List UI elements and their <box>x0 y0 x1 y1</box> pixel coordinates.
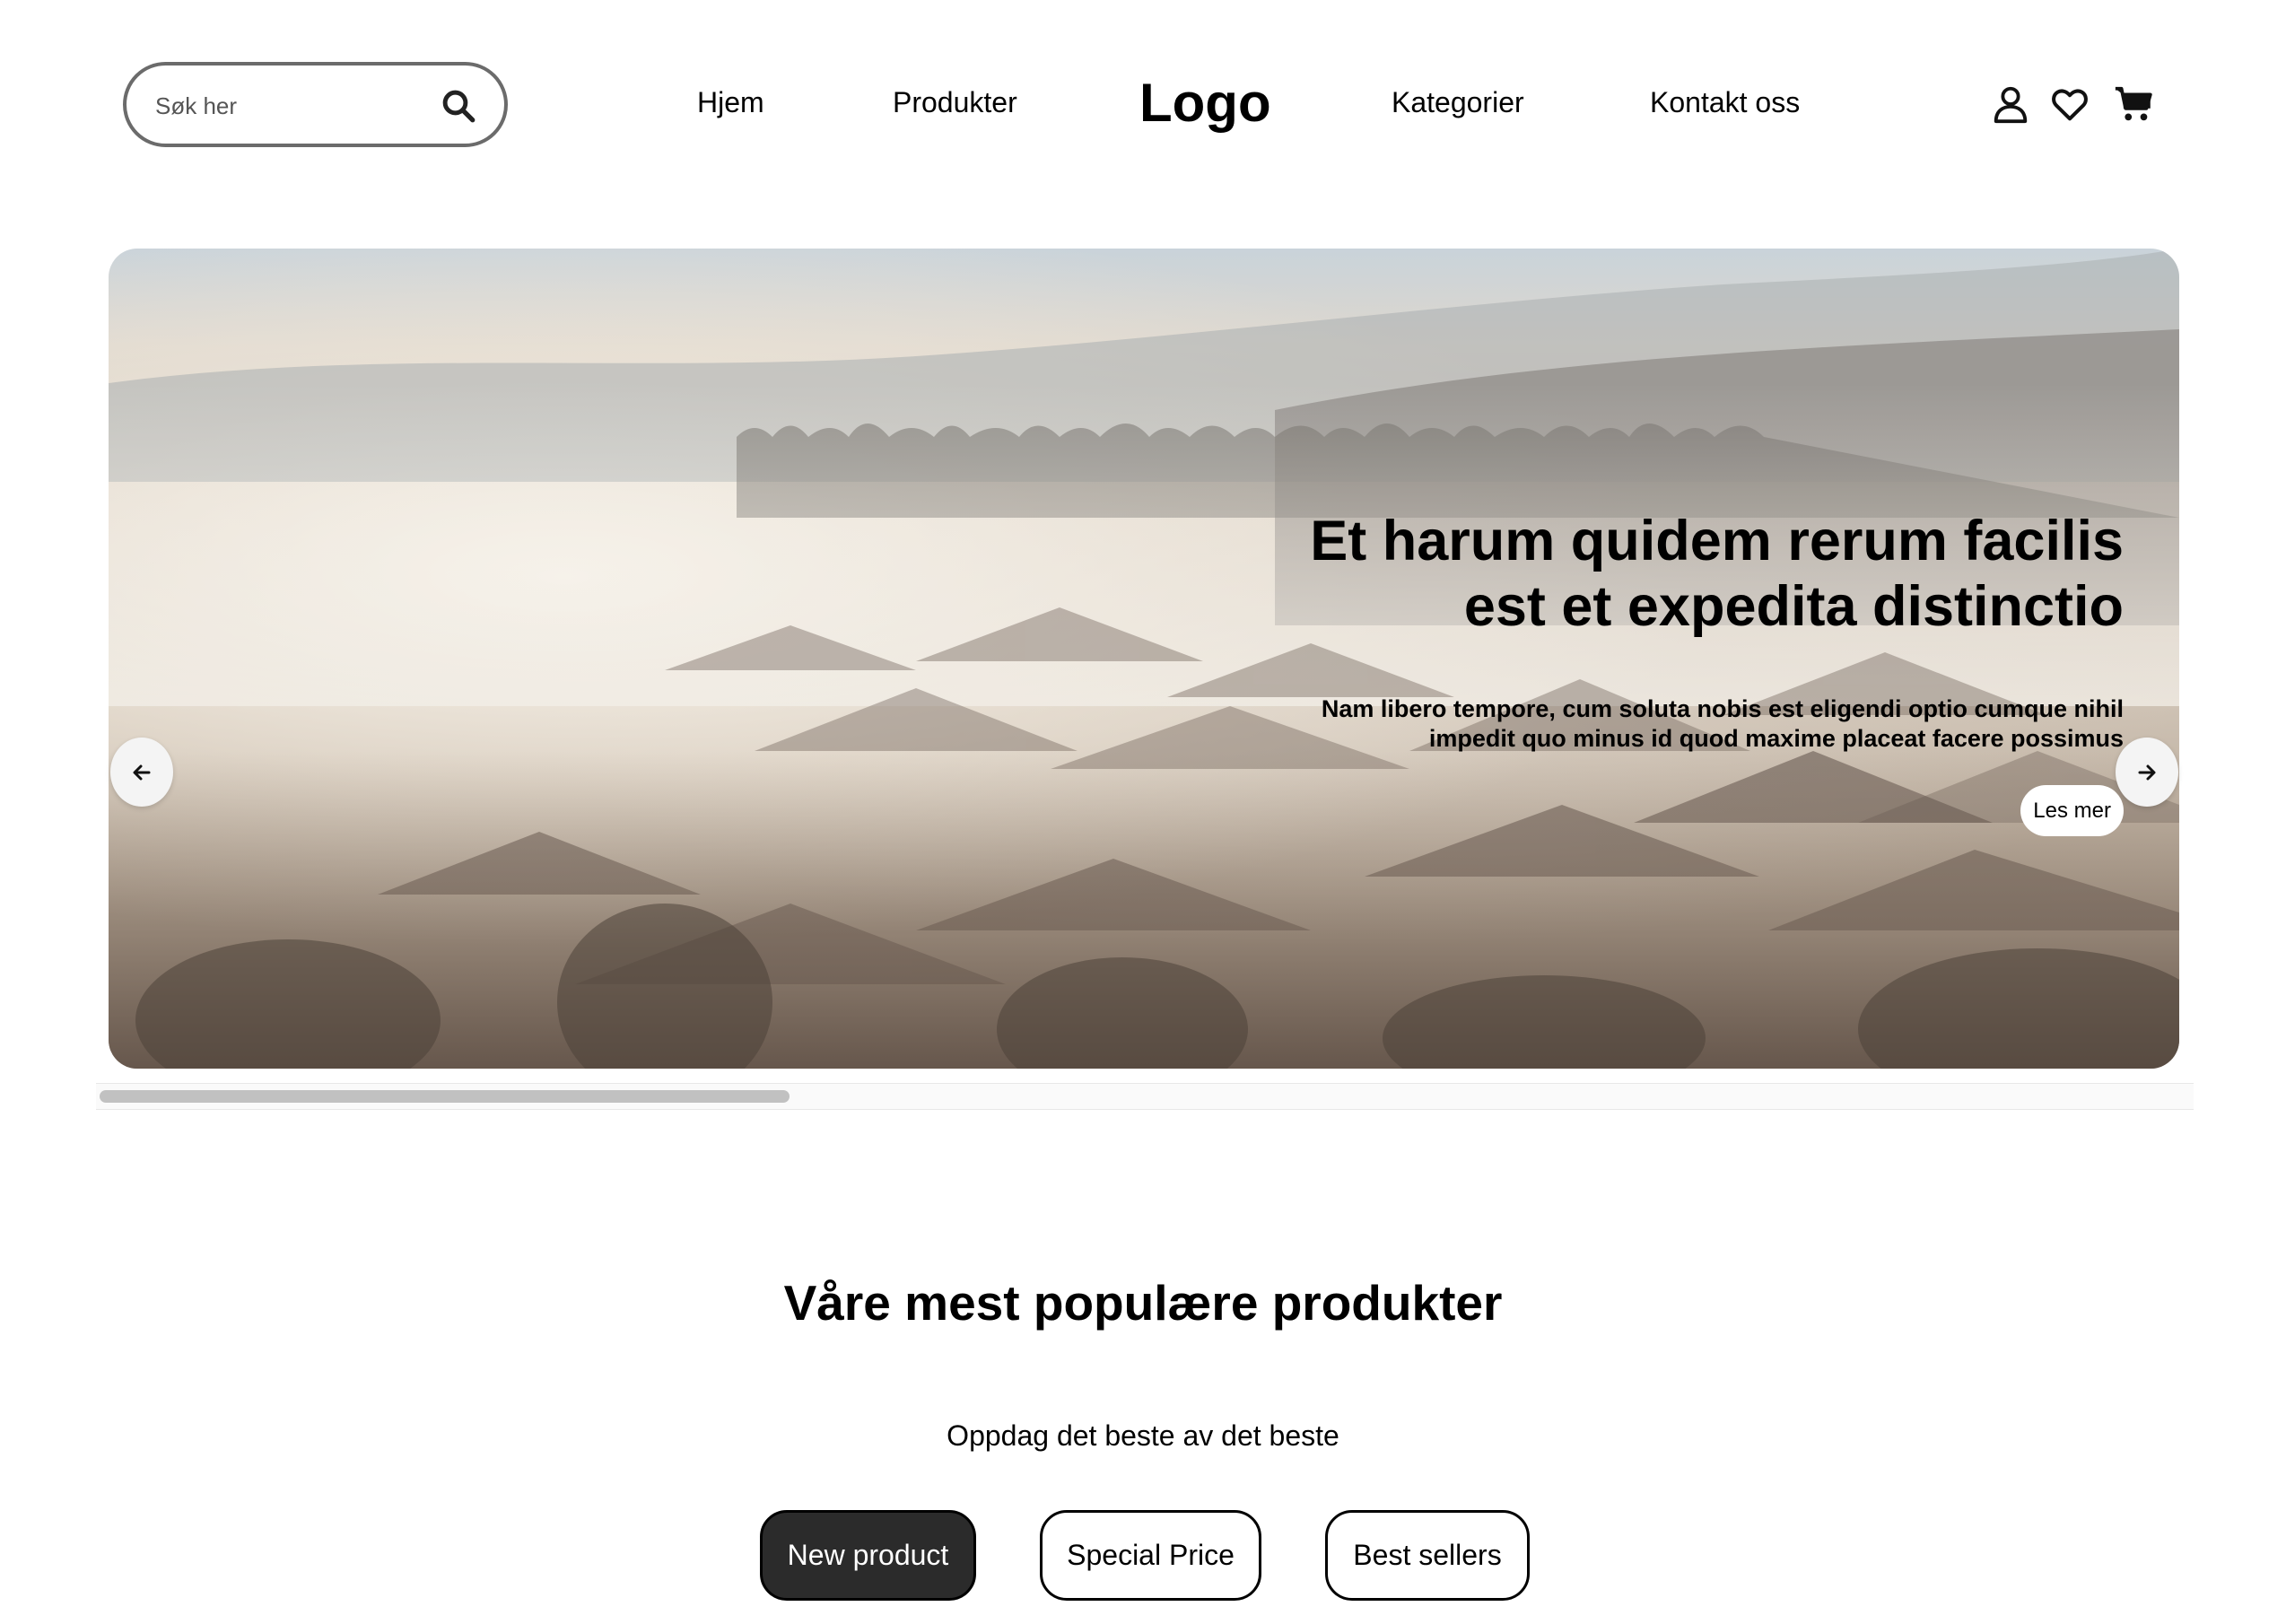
nav-categories[interactable]: Kategorier <box>1392 86 1524 119</box>
heart-icon[interactable] <box>2049 83 2090 125</box>
arrow-right-icon <box>2138 764 2156 781</box>
cart-icon[interactable] <box>2113 83 2154 125</box>
carousel-next-button[interactable] <box>2116 738 2178 807</box>
hero-background-image <box>109 249 2179 1069</box>
nav-home[interactable]: Hjem <box>697 86 764 119</box>
carousel-scrollbar-thumb[interactable] <box>100 1090 790 1103</box>
logo[interactable]: Logo <box>1139 72 1271 134</box>
hero-title-line: est et expedita distinctio <box>1463 575 2124 638</box>
tab-new-product[interactable]: New product <box>760 1510 976 1601</box>
hero-description-line: Nam libero tempore, cum soluta nobis est… <box>1321 695 2124 722</box>
hero-description: Nam libero tempore, cum soluta nobis est… <box>1137 694 2124 754</box>
search-box <box>123 62 508 147</box>
user-icon[interactable] <box>1990 83 2031 125</box>
hero-description-line: impedit quo minus id quod maxime placeat… <box>1428 725 2124 752</box>
search-icon[interactable] <box>440 87 477 125</box>
search-input[interactable] <box>153 82 426 130</box>
hero-title-line: Et harum quidem rerum facilis <box>1310 510 2124 572</box>
hero-banner: Et harum quidem rerum facilis est et exp… <box>109 249 2179 1069</box>
read-more-button[interactable]: Les mer <box>2020 785 2124 836</box>
nav-contact[interactable]: Kontakt oss <box>1650 86 1800 119</box>
tab-best-sellers[interactable]: Best sellers <box>1325 1510 1530 1601</box>
carousel-prev-button[interactable] <box>110 738 173 807</box>
hero-title: Et harum quidem rerum facilis est et exp… <box>1137 509 2124 640</box>
tab-special-price[interactable]: Special Price <box>1040 1510 1261 1601</box>
carousel-scrollbar[interactable] <box>96 1083 2194 1110</box>
section-subtitle: Oppdag det beste av det beste <box>947 1419 1339 1452</box>
arrow-left-icon <box>133 764 151 781</box>
section-title: Våre mest populære produkter <box>783 1275 1503 1331</box>
nav-products[interactable]: Produkter <box>893 86 1017 119</box>
